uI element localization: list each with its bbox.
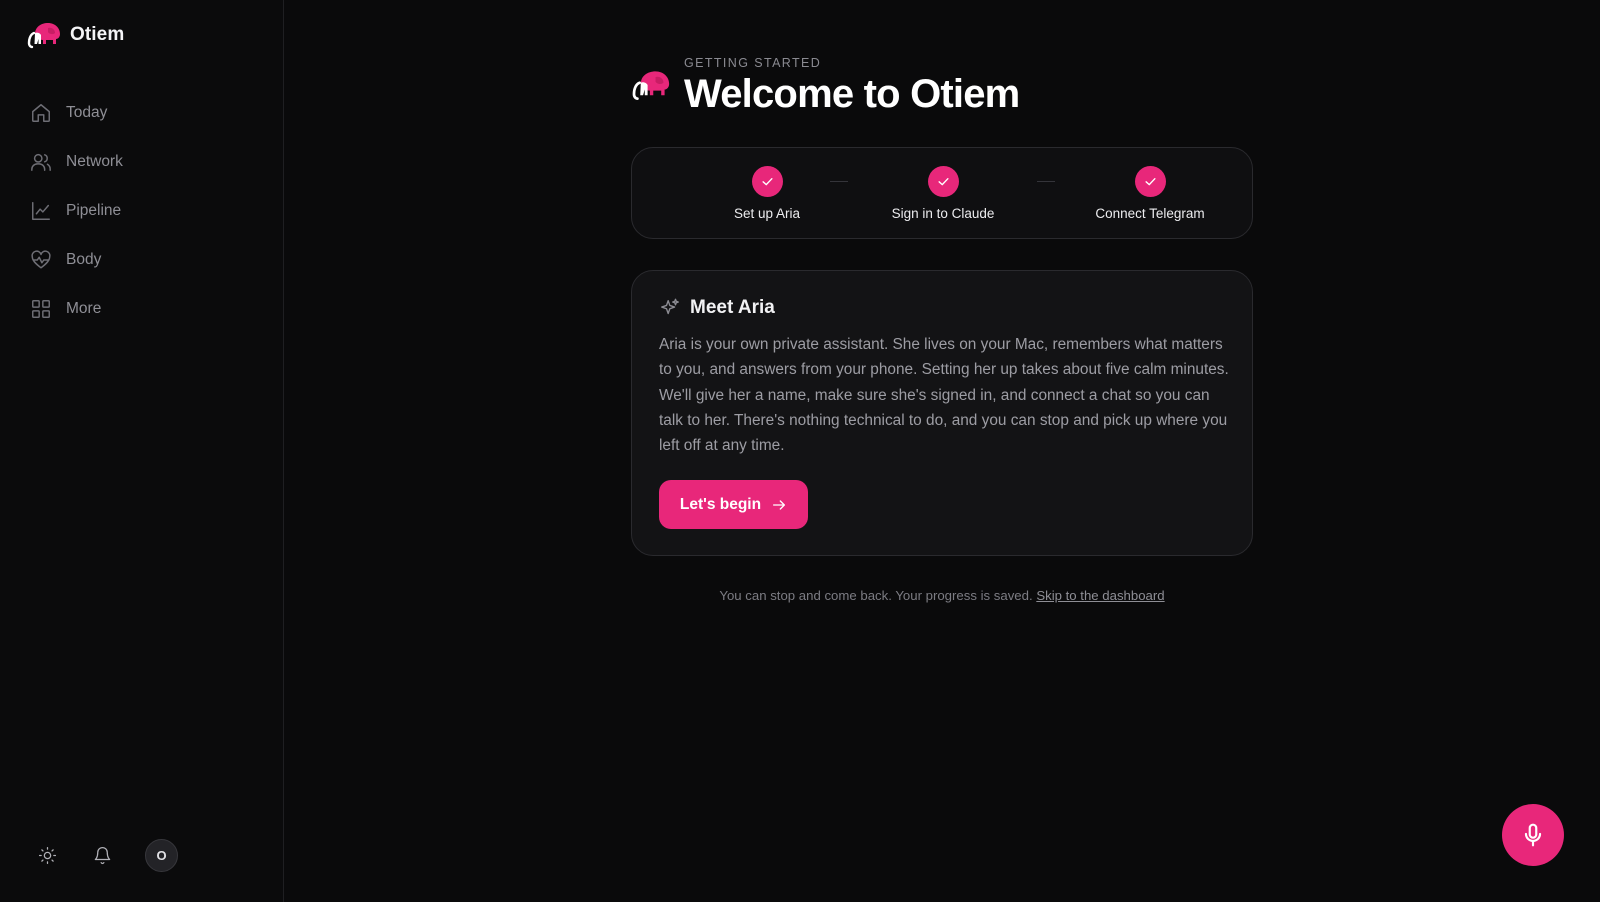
eyebrow-label: GETTING STARTED [684,56,822,70]
voice-input-button[interactable] [1502,804,1564,866]
check-icon [1144,178,1156,186]
users-icon [31,153,51,171]
step-label: Connect Telegram [1095,206,1205,221]
check-icon [761,178,773,186]
sidebar-item-body[interactable]: Body [30,235,260,284]
sparkle-icon [661,298,679,315]
brand-name: Otiem [70,24,125,45]
avatar[interactable]: O [145,839,178,872]
lets-begin-button[interactable]: Let's begin [659,480,808,529]
page-header: GETTING STARTED Welcome to Otiem [630,56,1020,116]
sidebar-nav: Today Network Pipeline Body More [30,88,260,333]
sidebar-item-label: Body [66,250,102,268]
card-title: Meet Aria [690,297,775,318]
microphone-icon [1524,823,1542,847]
card-description: Aria is your own private assistant. She … [659,336,1229,455]
sidebar-item-network[interactable]: Network [30,137,260,186]
header-text: GETTING STARTED Welcome to Otiem [684,56,1020,116]
card-header: Meet Aria [659,297,775,319]
meet-aria-card: Meet Aria Aria is your own private assis… [631,270,1253,556]
check-icon [937,178,949,186]
step-set-up-aria[interactable]: Set up Aria [687,166,847,221]
sidebar-item-label: Today [66,103,108,121]
page-title: Welcome to Otiem [684,72,1020,116]
notifications-button[interactable] [91,845,113,867]
sidebar-item-label: Network [66,152,123,170]
bell-icon [94,847,110,865]
step-connector [1037,181,1055,182]
theme-toggle-button[interactable] [36,845,58,867]
elephant-logo-icon [632,71,670,100]
step-complete-badge [927,166,959,197]
sidebar-item-pipeline[interactable]: Pipeline [30,186,260,235]
step-connector [830,181,848,182]
grid-icon [32,299,50,318]
progress-note: You can stop and come back. Your progres… [631,588,1253,603]
line-chart-icon [32,201,50,220]
sidebar-footer: O [36,839,178,872]
sidebar-item-more[interactable]: More [30,284,260,333]
button-label: Let's begin [679,495,762,513]
step-sign-in-claude[interactable]: Sign in to Claude [863,166,1023,221]
sidebar-item-label: Pipeline [66,201,122,219]
step-connect-telegram[interactable]: Connect Telegram [1070,166,1230,221]
progress-note-text: You can stop and come back. Your progres… [719,588,1033,603]
sidebar: Otiem Today Network Pipeline Body More O [0,0,284,902]
sidebar-item-today[interactable]: Today [30,88,260,137]
step-label: Set up Aria [733,206,801,221]
arrow-right-icon [773,499,786,510]
home-icon [32,103,50,122]
brand[interactable]: Otiem [26,20,124,50]
skip-to-dashboard-link[interactable]: Skip to the dashboard [1036,588,1164,603]
heart-pulse-icon [31,249,51,269]
step-complete-badge [751,166,783,197]
step-label: Sign in to Claude [891,206,995,221]
onboarding-steps: Set up Aria Sign in to Claude Connect Te… [631,147,1253,239]
elephant-logo-icon [27,23,60,49]
step-complete-badge [1134,166,1166,197]
sidebar-item-label: More [66,299,102,317]
sun-icon [38,846,56,865]
